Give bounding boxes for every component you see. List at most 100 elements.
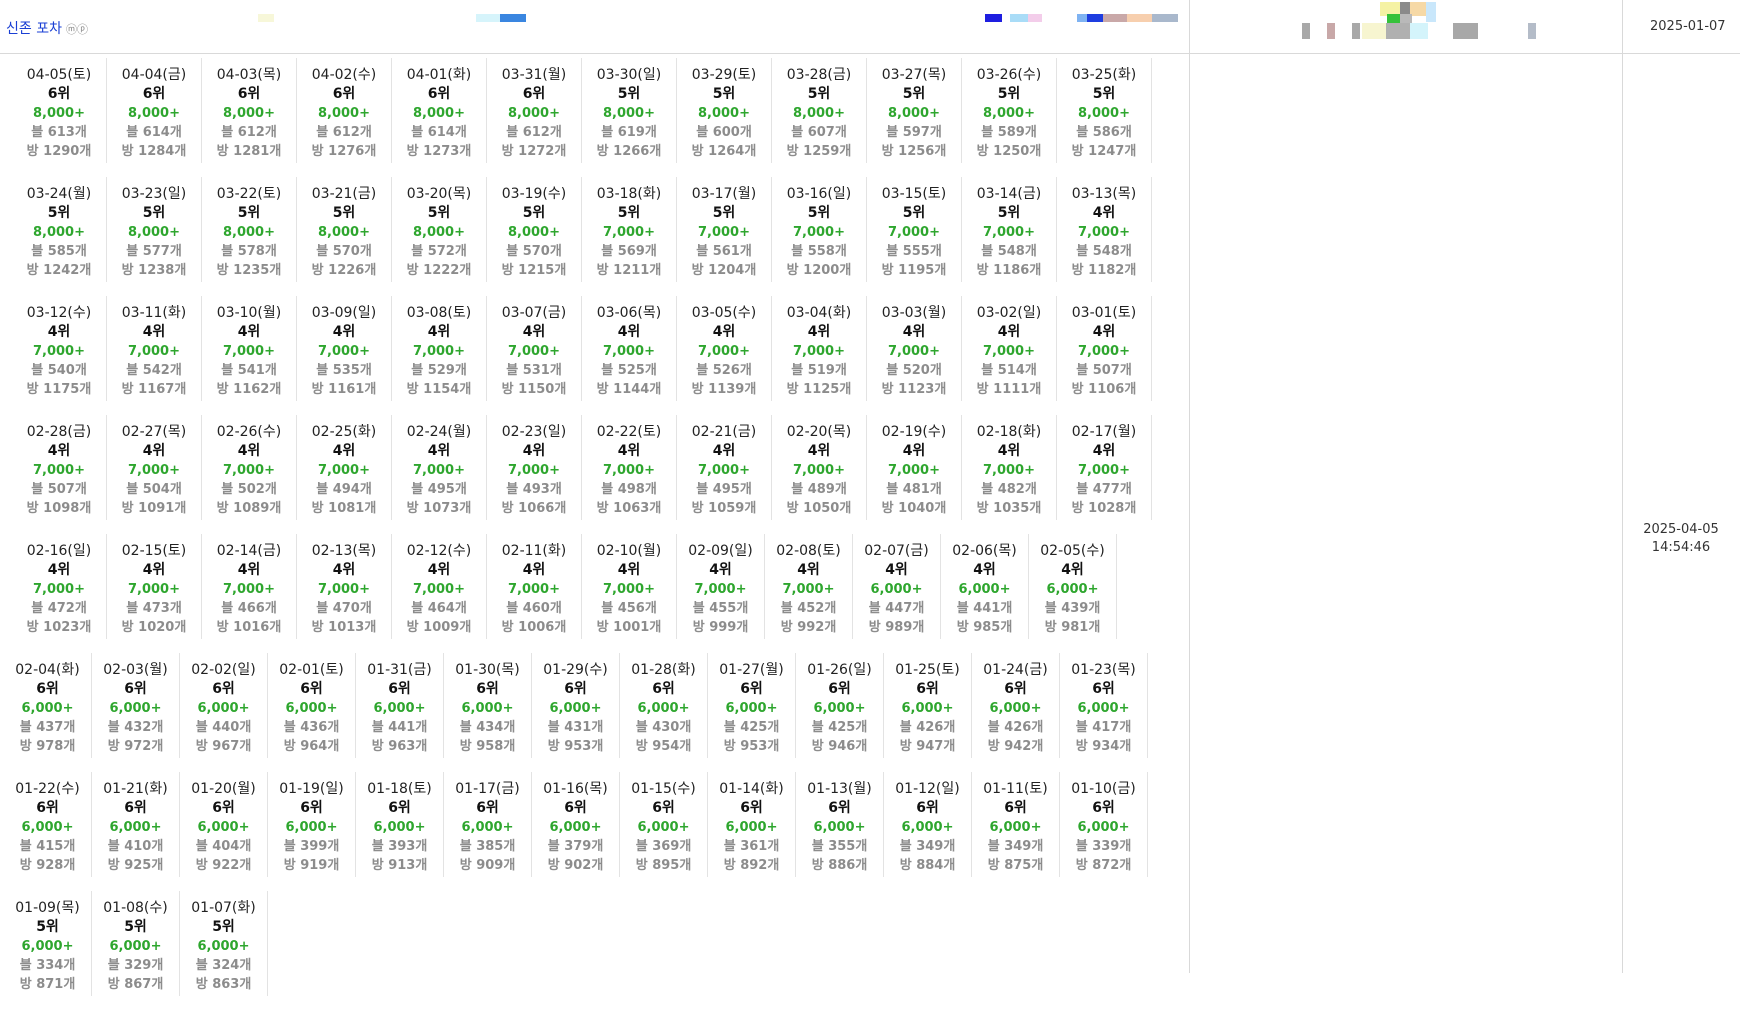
cell-rank: 4위 bbox=[332, 562, 356, 578]
cell-blog-count: 블 434개 bbox=[459, 720, 516, 735]
page-title[interactable]: 신존 포차 ⓜⓟ bbox=[6, 18, 88, 38]
cell-rank: 4위 bbox=[427, 562, 451, 578]
cell-date: 03-21(금) bbox=[311, 186, 377, 202]
cell-room-count: 방 1073개 bbox=[406, 501, 472, 516]
cell-room-count: 방 895개 bbox=[635, 858, 692, 873]
cell-date: 01-15(수) bbox=[631, 781, 696, 797]
cell-date: 01-18(토) bbox=[367, 781, 432, 797]
cell-rank: 6위 bbox=[828, 681, 851, 697]
cell-date: 03-16(일) bbox=[786, 186, 852, 202]
cell-room-count: 방 1247개 bbox=[1071, 144, 1137, 159]
cell-room-count: 방 953개 bbox=[723, 739, 780, 754]
cell-date: 04-03(목) bbox=[216, 67, 282, 83]
cell-date: 03-24(월) bbox=[26, 186, 92, 202]
day-cell: 01-29(수) 6위 6,000+ 블 431개 방 953개 bbox=[532, 653, 620, 758]
cell-room-count: 방 922개 bbox=[195, 858, 252, 873]
cell-blog-count: 블 597개 bbox=[886, 125, 942, 140]
cell-blog-count: 블 452개 bbox=[780, 601, 837, 616]
day-cell: 03-31(월) 6위 8,000+ 블 612개 방 1272개 bbox=[487, 58, 582, 163]
day-cell: 04-02(수) 6위 8,000+ 블 612개 방 1276개 bbox=[297, 58, 392, 163]
cell-value: 7,000+ bbox=[1077, 463, 1130, 478]
cell-rank: 4위 bbox=[237, 443, 261, 459]
cell-rank: 5위 bbox=[997, 86, 1021, 102]
cell-value: 7,000+ bbox=[697, 344, 750, 359]
cell-value: 7,000+ bbox=[602, 225, 655, 240]
cell-date: 01-25(토) bbox=[895, 662, 960, 678]
cell-value: 8,000+ bbox=[507, 225, 560, 240]
cell-blog-count: 블 507개 bbox=[31, 482, 87, 497]
column-divider-right bbox=[1622, 0, 1623, 973]
cell-rank: 5위 bbox=[807, 86, 831, 102]
cell-blog-count: 블 385개 bbox=[459, 839, 516, 854]
cell-date: 03-09(일) bbox=[311, 305, 377, 321]
cell-blog-count: 블 577개 bbox=[126, 244, 182, 259]
cell-date: 01-19(일) bbox=[279, 781, 344, 797]
cell-room-count: 방 1195개 bbox=[881, 263, 947, 278]
cell-room-count: 방 999개 bbox=[692, 620, 749, 635]
day-cell: 02-26(수) 4위 7,000+ 블 502개 방 1089개 bbox=[202, 415, 297, 520]
cell-blog-count: 블 440개 bbox=[195, 720, 252, 735]
day-cell: 03-18(화) 5위 7,000+ 블 569개 방 1211개 bbox=[582, 177, 677, 282]
cell-blog-count: 블 464개 bbox=[411, 601, 467, 616]
cell-blog-count: 블 466개 bbox=[221, 601, 277, 616]
cell-value: 6,000+ bbox=[285, 820, 338, 835]
cell-room-count: 방 1123개 bbox=[881, 382, 947, 397]
cell-room-count: 방 1040개 bbox=[881, 501, 947, 516]
day-cell: 01-18(토) 6위 6,000+ 블 393개 방 913개 bbox=[356, 772, 444, 877]
cell-value: 8,000+ bbox=[127, 106, 180, 121]
cell-value: 6,000+ bbox=[197, 820, 250, 835]
cell-rank: 4위 bbox=[47, 443, 71, 459]
cell-value: 6,000+ bbox=[373, 820, 426, 835]
cell-date: 02-13(목) bbox=[311, 543, 377, 559]
day-cell: 02-17(월) 4위 7,000+ 블 477개 방 1028개 bbox=[1057, 415, 1152, 520]
cell-value: 6,000+ bbox=[1077, 820, 1130, 835]
cell-rank: 4위 bbox=[1092, 324, 1116, 340]
cell-date: 02-23(일) bbox=[501, 424, 567, 440]
cell-value: 6,000+ bbox=[989, 820, 1042, 835]
cell-value: 7,000+ bbox=[127, 463, 180, 478]
cell-room-count: 방 1281개 bbox=[216, 144, 282, 159]
day-cell: 03-23(일) 5위 8,000+ 블 577개 방 1238개 bbox=[107, 177, 202, 282]
cell-date: 01-17(금) bbox=[455, 781, 520, 797]
cell-room-count: 방 1186개 bbox=[976, 263, 1042, 278]
cell-room-count: 방 1144개 bbox=[596, 382, 662, 397]
cell-date: 03-28(금) bbox=[786, 67, 852, 83]
cell-value: 7,000+ bbox=[602, 582, 655, 597]
cell-room-count: 방 1098개 bbox=[26, 501, 92, 516]
day-cell: 01-21(화) 6위 6,000+ 블 410개 방 925개 bbox=[92, 772, 180, 877]
cell-blog-count: 블 548개 bbox=[981, 244, 1037, 259]
cell-value: 7,000+ bbox=[697, 463, 750, 478]
cell-rank: 5위 bbox=[902, 86, 926, 102]
cell-date: 03-23(일) bbox=[121, 186, 187, 202]
cell-room-count: 방 1066개 bbox=[501, 501, 567, 516]
cell-room-count: 방 967개 bbox=[195, 739, 252, 754]
cell-blog-count: 블 526개 bbox=[696, 363, 752, 378]
cell-blog-count: 블 426개 bbox=[899, 720, 956, 735]
cell-rank: 5위 bbox=[712, 86, 736, 102]
cell-rank: 4위 bbox=[807, 324, 831, 340]
day-cell: 01-08(수) 5위 6,000+ 블 329개 방 867개 bbox=[92, 891, 180, 996]
cell-blog-count: 블 439개 bbox=[1044, 601, 1101, 616]
cell-room-count: 방 1059개 bbox=[691, 501, 757, 516]
day-cell: 01-16(목) 6위 6,000+ 블 379개 방 902개 bbox=[532, 772, 620, 877]
cell-value: 6,000+ bbox=[901, 820, 954, 835]
cell-room-count: 방 989개 bbox=[868, 620, 925, 635]
day-cell: 04-05(토) 6위 8,000+ 블 613개 방 1290개 bbox=[12, 58, 107, 163]
day-cell: 03-04(화) 4위 7,000+ 블 519개 방 1125개 bbox=[772, 296, 867, 401]
cell-room-count: 방 886개 bbox=[811, 858, 868, 873]
capture-timestamp: 2025-04-05 14:54:46 bbox=[1622, 521, 1740, 557]
cell-rank: 5위 bbox=[36, 919, 59, 935]
cell-blog-count: 블 542개 bbox=[126, 363, 182, 378]
cell-rank: 6위 bbox=[1004, 681, 1027, 697]
cell-date: 02-08(토) bbox=[776, 543, 841, 559]
cell-date: 03-13(목) bbox=[1071, 186, 1137, 202]
cell-blog-count: 블 529개 bbox=[411, 363, 467, 378]
cell-value: 7,000+ bbox=[1077, 225, 1130, 240]
cell-room-count: 방 871개 bbox=[19, 977, 76, 992]
day-cell: 03-09(일) 4위 7,000+ 블 535개 방 1161개 bbox=[297, 296, 392, 401]
cell-room-count: 방 972개 bbox=[107, 739, 164, 754]
day-cell: 03-06(목) 4위 7,000+ 블 525개 방 1144개 bbox=[582, 296, 677, 401]
cell-value: 7,000+ bbox=[697, 225, 750, 240]
day-cell: 04-04(금) 6위 8,000+ 블 614개 방 1284개 bbox=[107, 58, 202, 163]
cell-value: 6,000+ bbox=[109, 820, 162, 835]
